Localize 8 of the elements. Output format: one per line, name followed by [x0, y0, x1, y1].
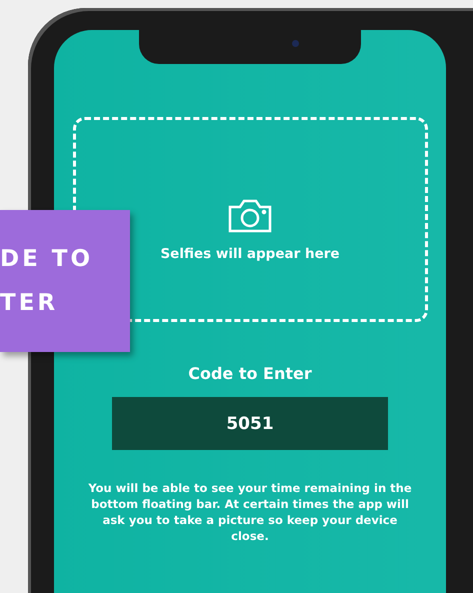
banner-text: DE TO — [0, 246, 94, 272]
banner-text: TER — [0, 290, 60, 316]
selfie-caption: Selfies will appear here — [160, 246, 340, 262]
camera-icon — [227, 198, 273, 234]
code-display: 5051 — [112, 397, 388, 450]
info-text: You will be able to see your time remaining in the bottom floating bar. At certain times the app will ask you to take a picture so keep your device close. — [87, 480, 413, 544]
front-camera — [292, 40, 299, 47]
code-label: Code to Enter — [188, 364, 312, 383]
